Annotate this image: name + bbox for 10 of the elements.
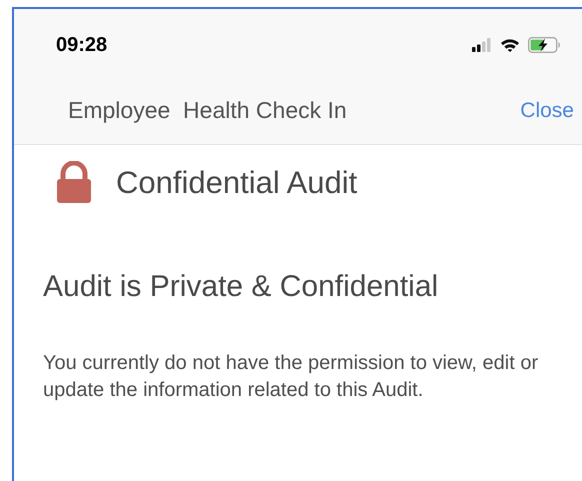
battery-charging-icon [528, 37, 562, 53]
wifi-icon [500, 38, 520, 52]
page-title: Confidential Audit [116, 164, 358, 200]
close-link[interactable]: Close [520, 98, 582, 122]
lock-icon [56, 161, 92, 204]
screen-title: Employee Health Check In [68, 97, 347, 124]
notice-message: You currently do not have the permission to view, edit or update the information related to this Audit. [43, 351, 540, 403]
signal-icon [472, 38, 492, 52]
notice-heading: Audit is Private & Confidential [43, 270, 440, 304]
status-time: 09:28 [56, 34, 108, 56]
